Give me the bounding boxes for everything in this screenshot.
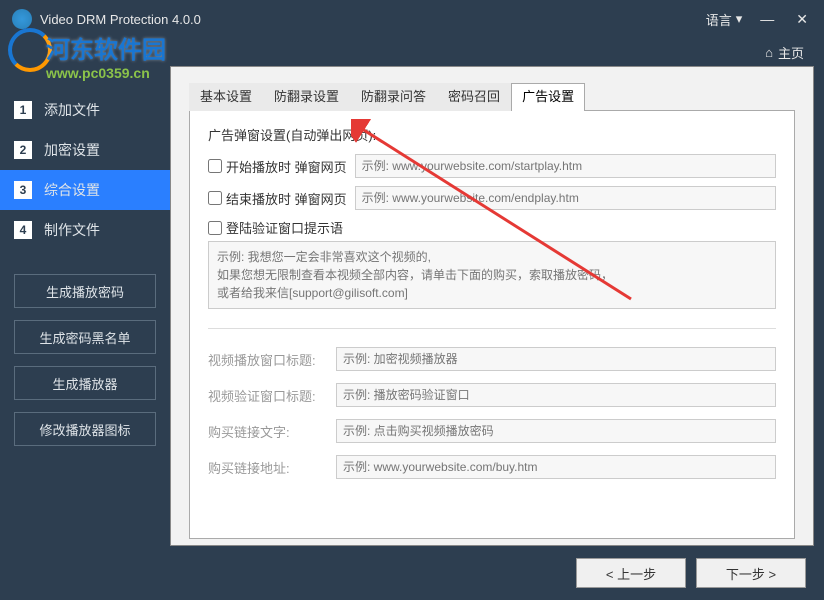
tab-ad-settings[interactable]: 广告设置 (511, 83, 585, 111)
login-prompt-textarea[interactable] (208, 241, 776, 309)
nav-label: 制作文件 (44, 220, 100, 240)
nav-badge: 2 (14, 141, 32, 159)
nav-item-general[interactable]: 3 综合设置 (0, 170, 170, 210)
home-icon: ⌂ (765, 45, 773, 60)
titlebar: Video DRM Protection 4.0.0 语言 ▾ — ✕ (0, 0, 824, 38)
play-window-title-input[interactable] (336, 347, 776, 371)
end-play-url-input[interactable] (355, 186, 776, 210)
end-play-checkbox[interactable] (208, 191, 222, 205)
language-selector[interactable]: 语言 ▾ (706, 10, 743, 29)
tab-content: 广告弹窗设置(自动弹出网页): 开始播放时 弹窗网页 结束播放时 弹窗网页 (189, 111, 795, 539)
main-panel: 基本设置 防翻录设置 防翻录问答 密码召回 广告设置 广告弹窗设置(自动弹出网页… (170, 66, 814, 546)
nav-badge: 3 (14, 181, 32, 199)
chevron-down-icon: ▾ (736, 11, 743, 27)
buy-link-url-label: 购买链接地址: (208, 458, 320, 477)
buy-link-url-input[interactable] (336, 455, 776, 479)
tab-antirecord-qa[interactable]: 防翻录问答 (350, 83, 437, 111)
next-button[interactable]: 下一步 > (696, 558, 806, 588)
start-play-url-input[interactable] (355, 154, 776, 178)
end-play-checkbox-label[interactable]: 结束播放时 弹窗网页 (208, 189, 347, 208)
gen-blacklist-button[interactable]: 生成密码黑名单 (14, 320, 156, 354)
modify-icon-button[interactable]: 修改播放器图标 (14, 412, 156, 446)
login-prompt-checkbox-label[interactable]: 登陆验证窗口提示语 (208, 218, 343, 237)
nav-item-add-files[interactable]: 1 添加文件 (0, 90, 170, 130)
sidebar: 1 添加文件 2 加密设置 3 综合设置 4 制作文件 生成播放密码 生成密码黑… (0, 66, 170, 546)
nav-badge: 4 (14, 221, 32, 239)
verify-window-title-label: 视频验证窗口标题: (208, 386, 320, 405)
tab-antirecord[interactable]: 防翻录设置 (263, 83, 350, 111)
buy-link-text-label: 购买链接文字: (208, 422, 320, 441)
gen-play-password-button[interactable]: 生成播放密码 (14, 274, 156, 308)
minimize-button[interactable]: — (756, 9, 778, 29)
tabs: 基本设置 防翻录设置 防翻录问答 密码召回 广告设置 (189, 83, 795, 111)
tab-password-recall[interactable]: 密码召回 (437, 83, 511, 111)
divider (208, 328, 776, 329)
verify-window-title-input[interactable] (336, 383, 776, 407)
app-logo-icon (12, 9, 32, 29)
nav-label: 添加文件 (44, 100, 100, 120)
language-label: 语言 (706, 10, 732, 29)
gen-player-button[interactable]: 生成播放器 (14, 366, 156, 400)
app-title: Video DRM Protection 4.0.0 (40, 12, 706, 27)
nav-label: 综合设置 (44, 180, 100, 200)
nav-badge: 1 (14, 101, 32, 119)
footer: < 上一步 下一步 > (576, 558, 806, 588)
nav-item-build[interactable]: 4 制作文件 (0, 210, 170, 250)
section-title: 广告弹窗设置(自动弹出网页): (208, 125, 776, 144)
home-label: 主页 (778, 43, 804, 62)
prev-button[interactable]: < 上一步 (576, 558, 686, 588)
close-button[interactable]: ✕ (792, 9, 812, 30)
buy-link-text-input[interactable] (336, 419, 776, 443)
start-play-checkbox-label[interactable]: 开始播放时 弹窗网页 (208, 157, 347, 176)
nav-item-encrypt[interactable]: 2 加密设置 (0, 130, 170, 170)
home-link[interactable]: ⌂ 主页 (765, 43, 804, 62)
nav-label: 加密设置 (44, 140, 100, 160)
tab-basic[interactable]: 基本设置 (189, 83, 263, 111)
login-prompt-checkbox[interactable] (208, 221, 222, 235)
play-window-title-label: 视频播放窗口标题: (208, 350, 320, 369)
start-play-checkbox[interactable] (208, 159, 222, 173)
homebar: ⌂ 主页 (0, 38, 824, 66)
